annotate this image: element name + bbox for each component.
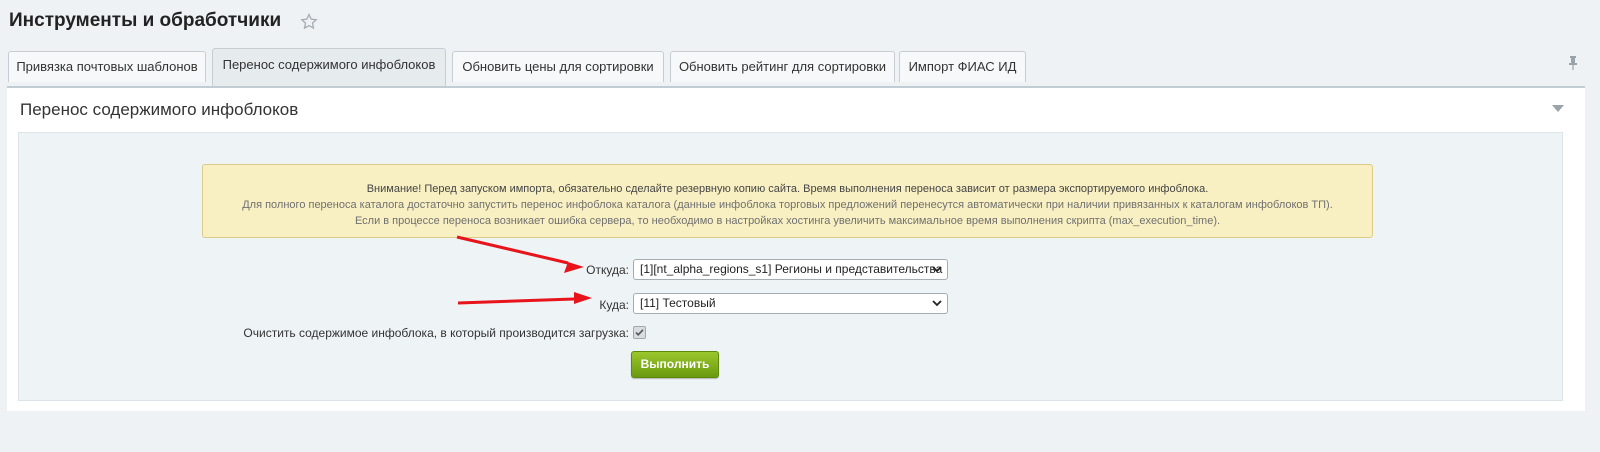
- clear-label: Очистить содержимое инфоблока, в который…: [243, 326, 629, 340]
- panel-title: Перенос содержимого инфоблоков: [20, 100, 299, 119]
- collapse-triangle-icon[interactable]: [1552, 105, 1564, 113]
- checkmark-icon: [635, 329, 644, 336]
- page-title: Инструменты и обработчики: [9, 10, 282, 31]
- from-select-value: [1][nt_alpha_regions_s1] Регионы и предс…: [640, 262, 943, 276]
- run-button[interactable]: Выполнить: [631, 351, 719, 378]
- to-label: Куда:: [599, 298, 629, 312]
- warning-alert: Внимание! Перед запуском импорта, обязат…: [202, 164, 1373, 238]
- tab-mail-templates[interactable]: Привязка почтовых шаблонов: [8, 51, 206, 82]
- pin-icon[interactable]: [1567, 56, 1579, 70]
- to-select-value: [11] Тестовый: [640, 296, 716, 310]
- form-area: Внимание! Перед запуском импорта, обязат…: [18, 132, 1563, 401]
- star-icon[interactable]: [300, 13, 318, 31]
- tab-iblock-transfer[interactable]: Перенос содержимого инфоблоков: [212, 48, 446, 86]
- tab-update-rating[interactable]: Обновить рейтинг для сортировки: [670, 51, 895, 82]
- to-select[interactable]: [11] Тестовый: [633, 293, 948, 314]
- tab-update-prices[interactable]: Обновить цены для сортировки: [452, 51, 664, 82]
- chevron-down-icon: [932, 300, 942, 307]
- alert-line: Внимание! Перед запуском импорта, обязат…: [366, 183, 1209, 195]
- tab-fias-import[interactable]: Импорт ФИАС ИД: [899, 51, 1026, 82]
- from-label: Откуда:: [586, 263, 629, 277]
- alert-line: Для полного переноса каталога достаточно…: [242, 199, 1333, 211]
- chevron-down-icon: [932, 266, 942, 273]
- alert-line: Если в процессе переноса возникает ошибк…: [354, 215, 1221, 227]
- from-select[interactable]: [1][nt_alpha_regions_s1] Регионы и предс…: [633, 259, 948, 280]
- content-panel: Перенос содержимого инфоблоков Внимание!…: [7, 86, 1585, 411]
- clear-checkbox[interactable]: [633, 326, 646, 339]
